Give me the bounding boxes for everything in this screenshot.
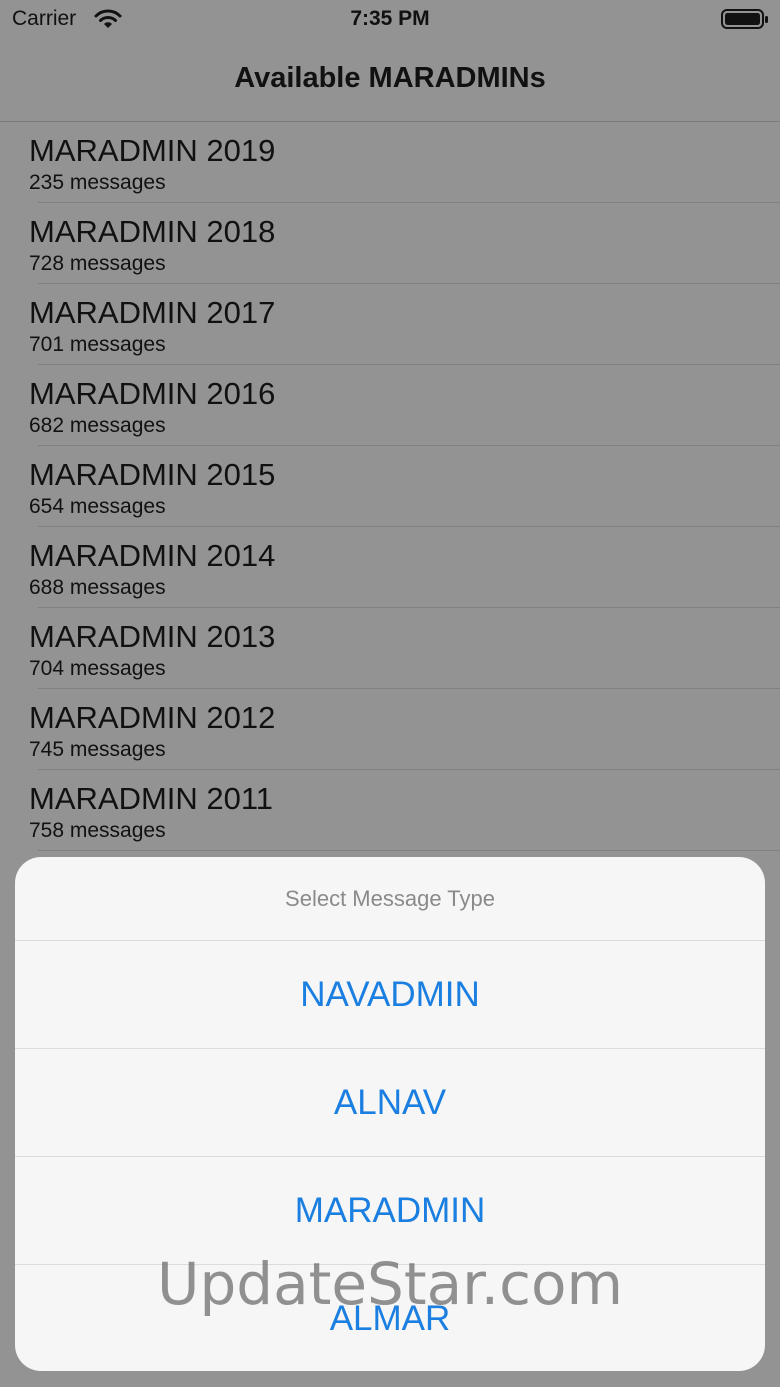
list-item[interactable]: MARADMIN 2012 745 messages [29, 689, 780, 770]
action-sheet: Select Message Type NAVADMIN ALNAV MARAD… [15, 857, 765, 1371]
battery-icon [721, 9, 768, 29]
list-item[interactable]: MARADMIN 2016 682 messages [29, 365, 780, 446]
list-item-subtitle: 728 messages [29, 252, 166, 275]
action-almar-button[interactable]: ALMAR [15, 1265, 765, 1371]
list-item-subtitle: 704 messages [29, 657, 166, 680]
list-item[interactable]: MARADMIN 2017 701 messages [29, 284, 780, 365]
page-title: Available MARADMINs [234, 62, 546, 94]
action-alnav-button[interactable]: ALNAV [15, 1049, 765, 1157]
list-item-title: MARADMIN 2012 [29, 700, 276, 735]
action-navadmin-button[interactable]: NAVADMIN [15, 941, 765, 1049]
navigation-bar: Available MARADMINs [0, 40, 780, 122]
list-item[interactable]: MARADMIN 2014 688 messages [29, 527, 780, 608]
list-item[interactable]: MARADMIN 2019 235 messages [29, 122, 780, 203]
list-item[interactable]: MARADMIN 2015 654 messages [29, 446, 780, 527]
list-item-subtitle: 688 messages [29, 576, 166, 599]
list-item-title: MARADMIN 2016 [29, 376, 276, 411]
list-item[interactable]: MARADMIN 2018 728 messages [29, 203, 780, 284]
list-item-subtitle: 654 messages [29, 495, 166, 518]
list-item-title: MARADMIN 2015 [29, 457, 276, 492]
list-item-subtitle: 758 messages [29, 819, 166, 842]
list-item[interactable]: MARADMIN 2011 758 messages [29, 770, 780, 851]
list-item-title: MARADMIN 2018 [29, 214, 276, 249]
list-item-title: MARADMIN 2014 [29, 538, 276, 573]
list-item-title: MARADMIN 2013 [29, 619, 276, 654]
list-item-title: MARADMIN 2017 [29, 295, 276, 330]
list-item-title: MARADMIN 2019 [29, 133, 276, 168]
list-item-title: MARADMIN 2011 [29, 781, 274, 816]
status-time: 7:35 PM [350, 7, 430, 30]
status-bar: Carrier 7:35 PM [0, 0, 780, 40]
list-item-subtitle: 235 messages [29, 171, 166, 194]
list-item-subtitle: 745 messages [29, 738, 166, 761]
list-item-subtitle: 682 messages [29, 414, 166, 437]
list-item-subtitle: 701 messages [29, 333, 166, 356]
list-item[interactable]: MARADMIN 2013 704 messages [29, 608, 780, 689]
action-maradmin-button[interactable]: MARADMIN [15, 1157, 765, 1265]
action-sheet-title: Select Message Type [15, 857, 765, 941]
maradmin-list: MARADMIN 2019 235 messages MARADMIN 2018… [0, 122, 780, 851]
